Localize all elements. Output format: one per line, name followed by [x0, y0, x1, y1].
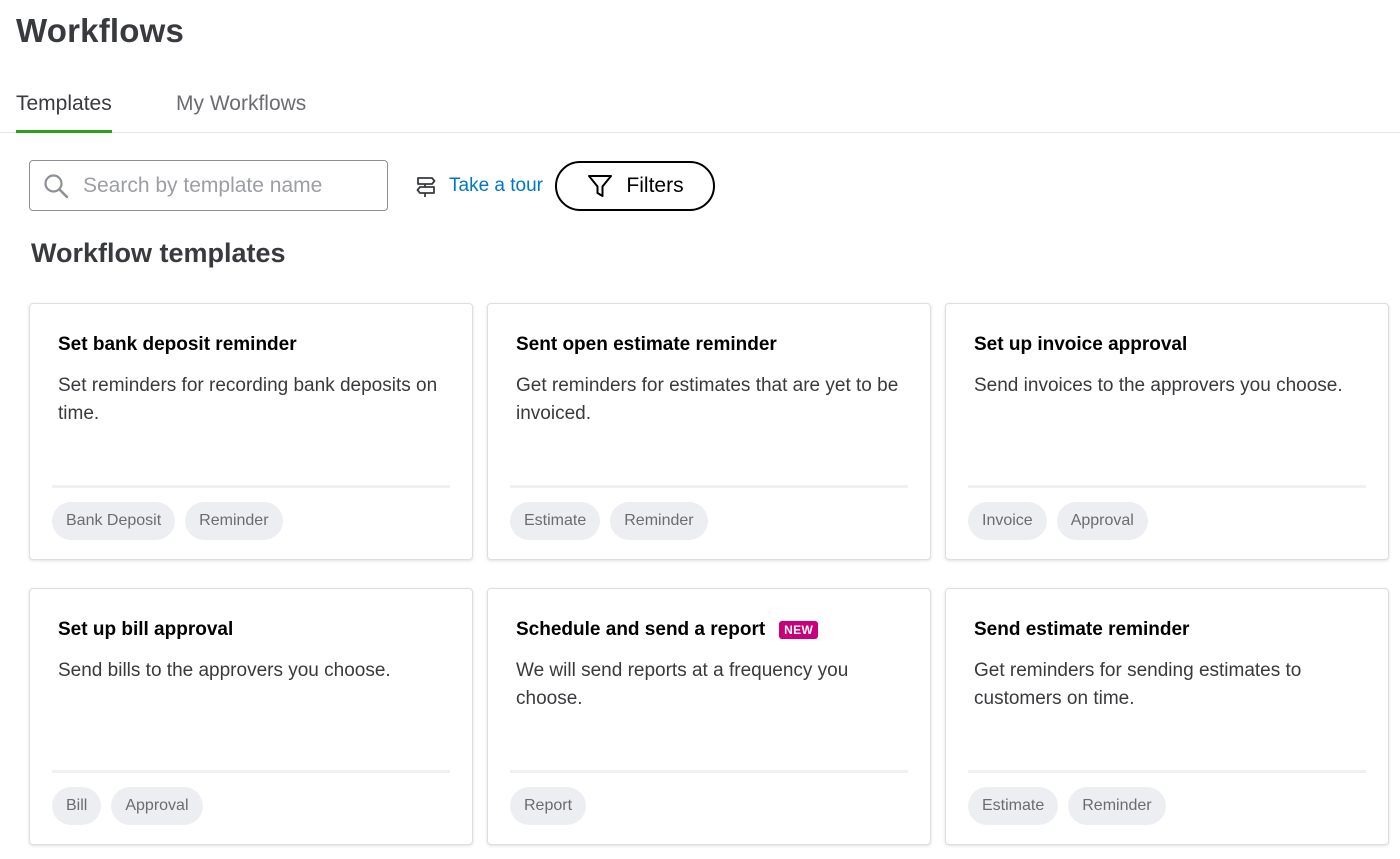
tab-bar: Templates My Workflows	[0, 78, 1400, 133]
tag: Bill	[52, 787, 102, 825]
signpost-icon	[416, 177, 436, 197]
funnel-icon	[588, 175, 613, 197]
take-a-tour-link[interactable]: Take a tour	[414, 171, 543, 201]
search-icon	[44, 173, 69, 198]
card-tags: Report	[510, 787, 587, 825]
card-divider	[52, 485, 450, 488]
tag: Report	[510, 787, 587, 825]
card-title-text: Send estimate reminder	[974, 619, 1190, 640]
card-description: We will send reports at a frequency you …	[516, 660, 849, 709]
card-tags: Bank Deposit Reminder	[52, 502, 283, 540]
search-input[interactable]	[83, 173, 373, 198]
card-title: Set up invoice approval	[974, 334, 1187, 356]
tag: Approval	[1056, 502, 1148, 540]
template-card-send-estimate-reminder[interactable]: Send estimate reminder Get reminders for…	[945, 588, 1389, 845]
card-tags: Bill Approval	[52, 787, 203, 825]
tag: Bank Deposit	[52, 502, 176, 540]
tour-label: Take a tour	[449, 175, 543, 196]
card-title-text: Schedule and send a report	[516, 619, 766, 640]
card-tags: Estimate Reminder	[968, 787, 1166, 825]
search-box	[29, 160, 388, 211]
card-title-text: Set bank deposit reminder	[58, 334, 297, 355]
filters-button[interactable]: Filters	[555, 161, 715, 211]
card-title: Schedule and send a report NEW	[516, 619, 819, 641]
card-title: Send estimate reminder	[974, 619, 1189, 641]
tag: Estimate	[510, 502, 601, 540]
card-title-text: Set up bill approval	[58, 619, 234, 640]
tag: Invoice	[968, 502, 1047, 540]
template-card-invoice-approval[interactable]: Set up invoice approval Send invoices to…	[945, 303, 1389, 560]
tab-my-workflows[interactable]: My Workflows	[176, 92, 306, 130]
tag: Approval	[111, 787, 203, 825]
section-title: Workflow templates	[31, 238, 286, 268]
new-badge: NEW	[779, 621, 819, 639]
card-title-text: Set up invoice approval	[974, 334, 1188, 355]
tag: Reminder	[1068, 787, 1166, 825]
card-title-text: Sent open estimate reminder	[516, 334, 777, 355]
card-description: Set reminders for recording bank deposit…	[58, 375, 438, 424]
workflows-page: Workflows Templates My Workflows Take a …	[0, 0, 1400, 859]
tab-templates[interactable]: Templates	[16, 92, 112, 133]
card-divider	[52, 770, 450, 773]
card-title: Set up bill approval	[58, 619, 233, 641]
card-tags: Invoice Approval	[968, 502, 1148, 540]
card-divider	[510, 770, 908, 773]
page-title: Workflows	[16, 12, 185, 49]
card-tags: Estimate Reminder	[510, 502, 708, 540]
card-title: Set bank deposit reminder	[58, 334, 297, 356]
card-description: Get reminders for sending estimates to c…	[974, 660, 1302, 709]
tag: Reminder	[185, 502, 283, 540]
filters-label: Filters	[626, 174, 684, 197]
template-card-bank-deposit-reminder[interactable]: Set bank deposit reminder Set reminders …	[29, 303, 473, 560]
card-description: Get reminders for estimates that are yet…	[516, 375, 899, 424]
card-title: Sent open estimate reminder	[516, 334, 777, 356]
card-divider	[510, 485, 908, 488]
template-card-bill-approval[interactable]: Set up bill approval Send bills to the a…	[29, 588, 473, 845]
card-description: Send bills to the approvers you choose.	[58, 660, 391, 681]
tag: Reminder	[610, 502, 708, 540]
card-divider	[968, 770, 1366, 773]
card-description: Send invoices to the approvers you choos…	[974, 375, 1343, 396]
card-divider	[968, 485, 1366, 488]
tag: Estimate	[968, 787, 1059, 825]
template-card-schedule-report[interactable]: Schedule and send a report NEW We will s…	[487, 588, 931, 845]
template-card-open-estimate-reminder[interactable]: Sent open estimate reminder Get reminder…	[487, 303, 931, 560]
